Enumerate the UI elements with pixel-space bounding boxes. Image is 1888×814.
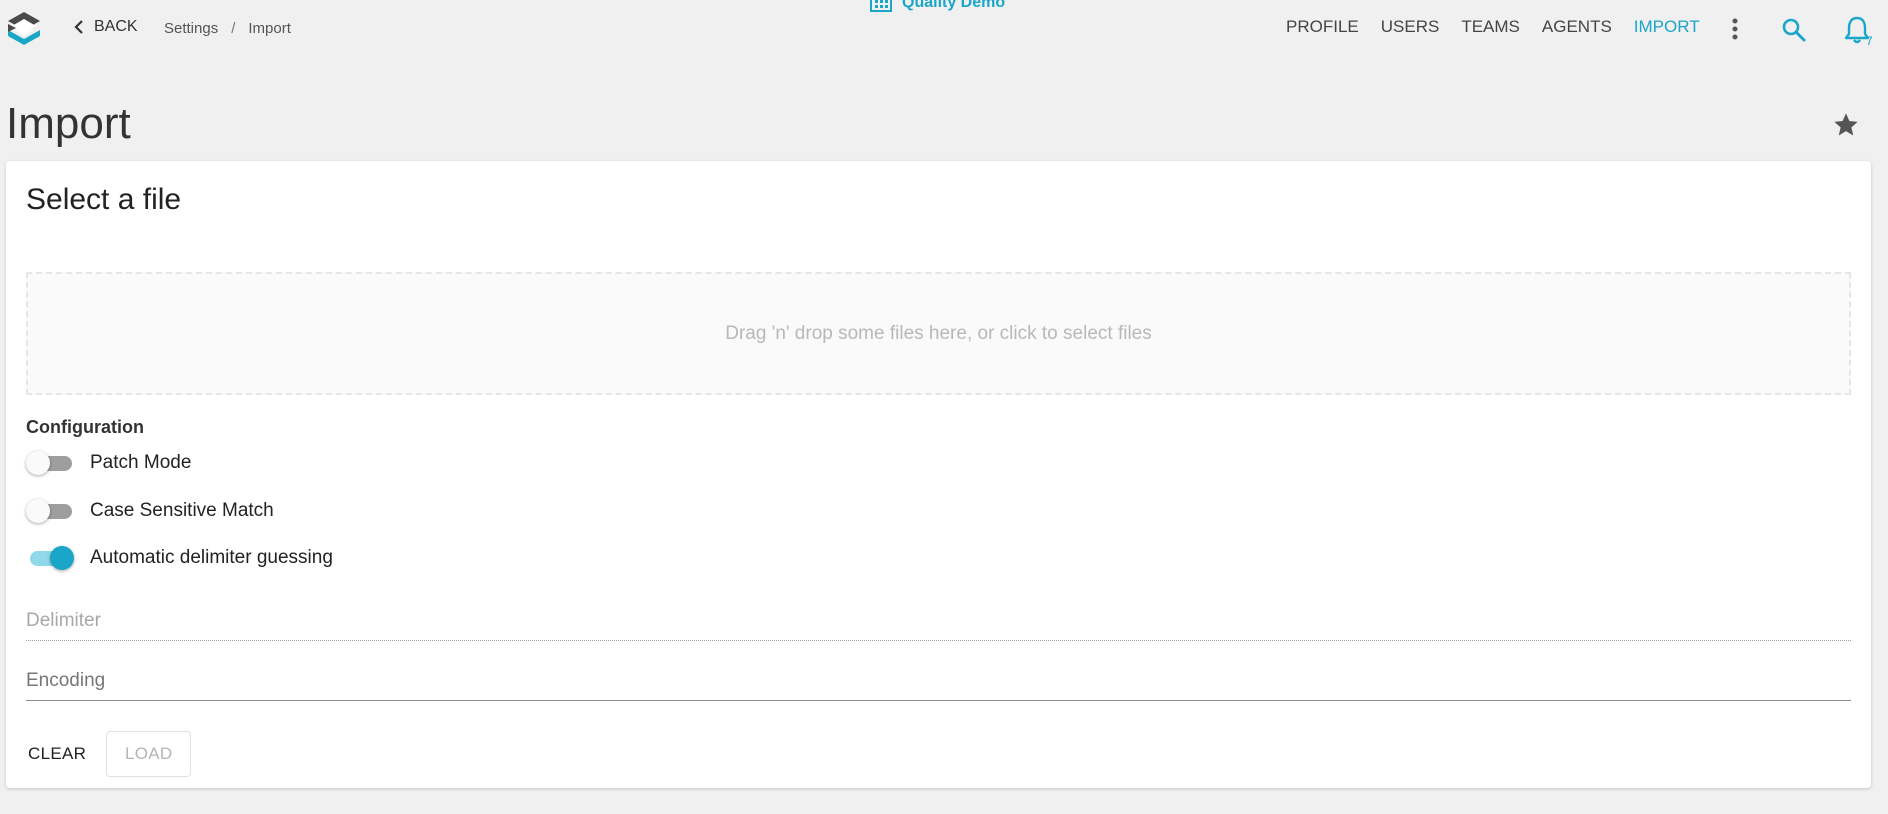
- breadcrumb-item-settings[interactable]: Settings: [164, 20, 218, 37]
- toggle-row-delimiter-guessing: Automatic delimiter guessing: [26, 543, 333, 573]
- main-nav: PROFILE USERS TEAMS AGENTS IMPORT: [1286, 17, 1700, 37]
- nav-item-users[interactable]: USERS: [1381, 17, 1440, 37]
- building-icon: [870, 0, 892, 12]
- delimiter-input[interactable]: [26, 601, 1851, 641]
- delimiter-underline: [26, 640, 1851, 641]
- delimiter-guessing-label: Automatic delimiter guessing: [90, 547, 333, 568]
- workspace-switcher[interactable]: Quality Demo: [870, 0, 1005, 12]
- nav-item-agents[interactable]: AGENTS: [1542, 17, 1612, 37]
- notification-count: 7: [1866, 34, 1873, 48]
- delimiter-guessing-switch[interactable]: [26, 543, 76, 573]
- delimiter-field: [26, 601, 1851, 641]
- breadcrumb-separator: /: [231, 20, 236, 37]
- card-actions: CLEAR LOAD: [26, 731, 192, 777]
- clear-button[interactable]: CLEAR: [26, 732, 88, 776]
- switch-thumb: [26, 451, 50, 475]
- load-button[interactable]: LOAD: [106, 731, 192, 777]
- app-logo[interactable]: [6, 10, 42, 48]
- chevron-left-icon: [74, 20, 83, 34]
- breadcrumb-item-import: Import: [248, 20, 291, 37]
- star-icon[interactable]: [1832, 111, 1860, 139]
- import-card: Select a file Drag 'n' drop some files h…: [6, 161, 1871, 788]
- nav-item-import[interactable]: IMPORT: [1634, 17, 1700, 37]
- toggle-row-case-sensitive: Case Sensitive Match: [26, 496, 274, 526]
- encoding-input[interactable]: [26, 661, 1851, 701]
- card-title: Select a file: [26, 183, 182, 216]
- dropzone-text: Drag 'n' drop some files here, or click …: [725, 322, 1152, 344]
- encoding-field: [26, 661, 1851, 701]
- nav-item-profile[interactable]: PROFILE: [1286, 17, 1359, 37]
- page-title: Import: [6, 99, 131, 148]
- breadcrumb: Settings / Import: [164, 20, 291, 37]
- more-vert-icon[interactable]: [1728, 16, 1742, 42]
- file-dropzone[interactable]: Drag 'n' drop some files here, or click …: [26, 272, 1851, 395]
- search-icon[interactable]: [1781, 17, 1807, 43]
- top-bar: BACK Settings / Import Quality Demo PROF…: [0, 0, 1888, 62]
- back-button[interactable]: BACK: [72, 18, 138, 36]
- nav-item-teams[interactable]: TEAMS: [1461, 17, 1520, 37]
- configuration-heading: Configuration: [26, 417, 144, 437]
- back-label: BACK: [94, 18, 138, 35]
- toggle-row-patch-mode: Patch Mode: [26, 448, 191, 478]
- case-sensitive-label: Case Sensitive Match: [90, 500, 274, 521]
- patch-mode-label: Patch Mode: [90, 452, 192, 473]
- switch-thumb: [50, 546, 74, 570]
- switch-thumb: [26, 499, 50, 523]
- encoding-underline: [26, 700, 1851, 701]
- workspace-name: Quality Demo: [902, 0, 1006, 11]
- patch-mode-switch[interactable]: [26, 448, 76, 478]
- case-sensitive-switch[interactable]: [26, 496, 76, 526]
